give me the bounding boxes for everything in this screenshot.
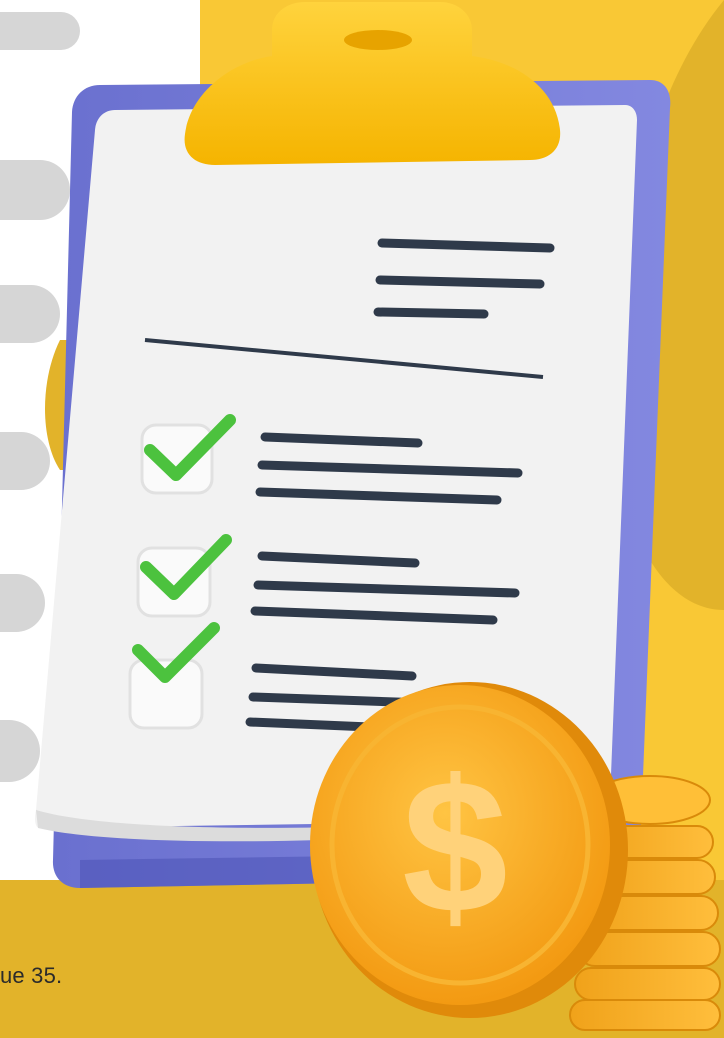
clip-hole (344, 30, 412, 50)
text-line (260, 432, 423, 448)
illustration-canvas: $ ue 35. (0, 0, 724, 1038)
grey-bar (0, 12, 80, 50)
text-line (375, 275, 545, 289)
text-line (373, 307, 489, 319)
coin-dollar-symbol: $ (402, 741, 508, 953)
grey-bar (0, 285, 60, 343)
stacked-coin (574, 967, 721, 1001)
caption-text: ue 35. (0, 963, 63, 988)
grey-bar (0, 160, 70, 220)
clipboard-illustration: $ (0, 0, 724, 1038)
stacked-coin (569, 999, 721, 1031)
checkbox (136, 546, 212, 618)
dollar-coin-icon: $ (310, 682, 628, 1018)
text-line (377, 238, 555, 253)
